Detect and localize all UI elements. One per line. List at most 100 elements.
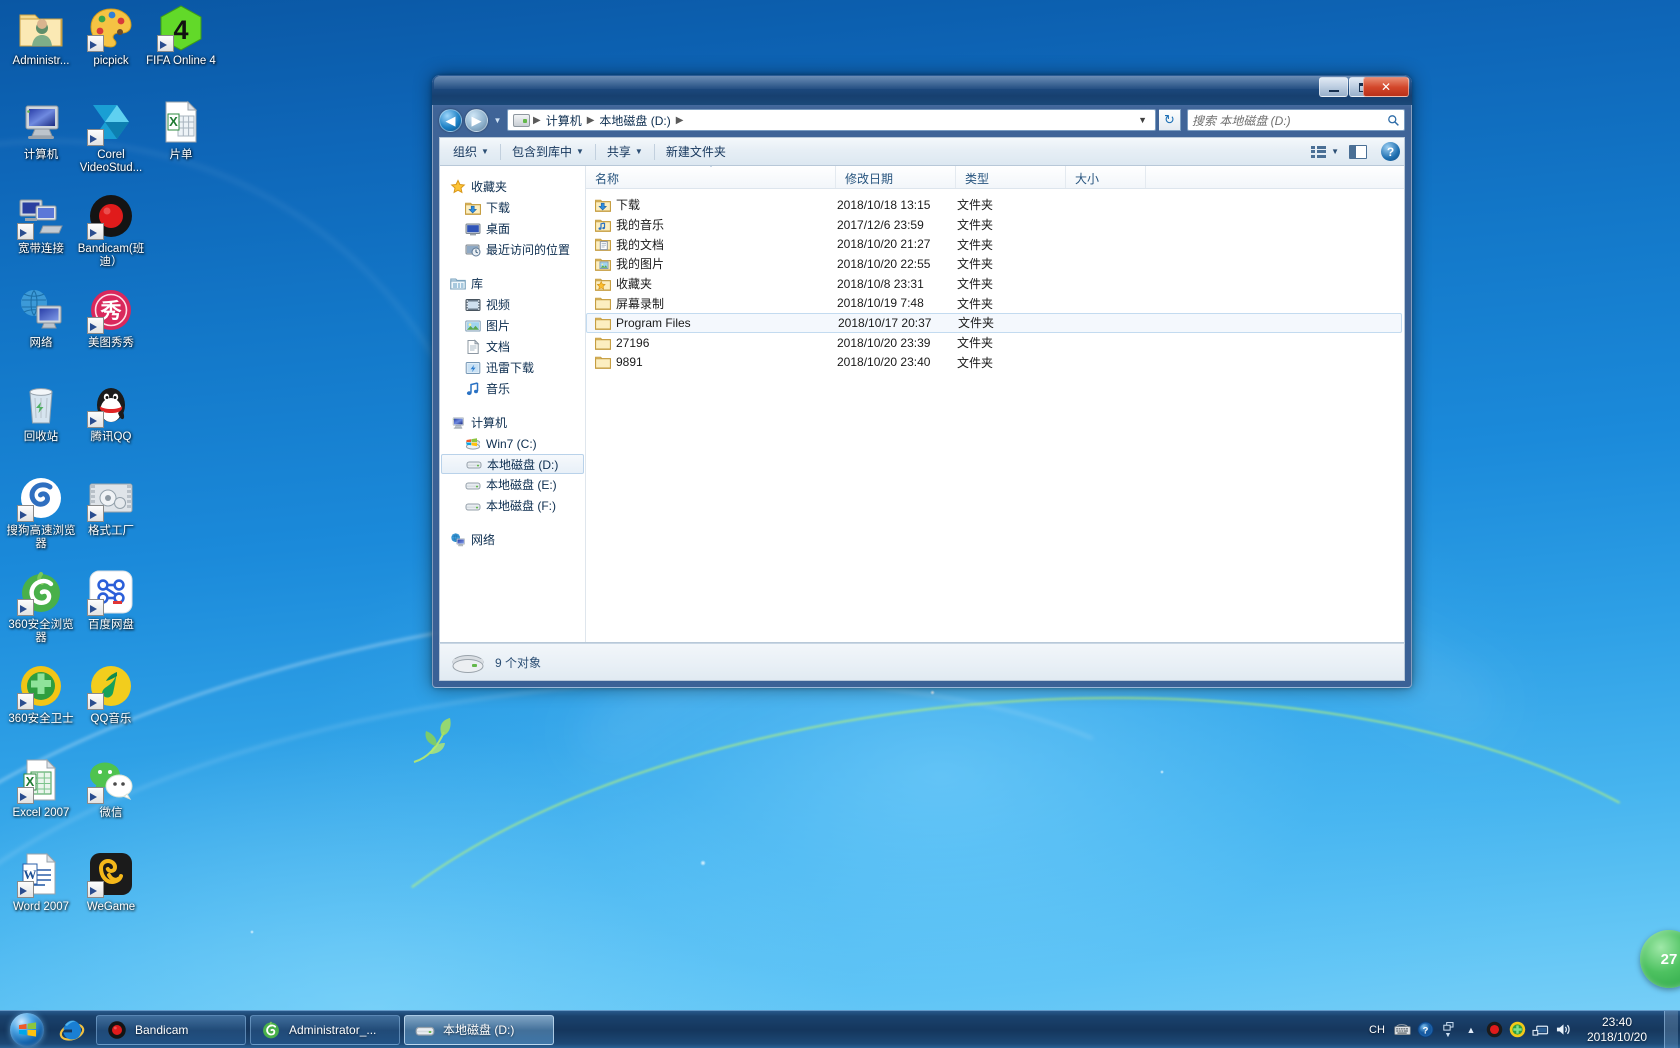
nav-item-[interactable]: 视频 <box>440 294 585 315</box>
breadcrumb[interactable]: ▶ 计算机 ▶ 本地磁盘 (D:) ▶ ▼ <box>507 109 1156 131</box>
show-hidden-icons-icon[interactable]: ▼ <box>1437 1015 1459 1045</box>
navigation-pane[interactable]: 收藏夹 下载 桌面 最近访问的位置库视频 图片 文档 迅雷下载 音乐 计算机 Win7 (C:) 本… <box>440 166 586 642</box>
recent-pages-dropdown-icon[interactable]: ▼ <box>491 110 504 130</box>
help-icon[interactable]: ? <box>1381 142 1400 161</box>
desktop-icon-format-factory[interactable]: 格式工厂 <box>76 474 146 538</box>
share-button[interactable]: 共享 ▼ <box>598 140 652 163</box>
nav-item-Win7C[interactable]: Win7 (C:) <box>440 433 585 454</box>
desktop-icon-tencent-qq[interactable]: 腾讯QQ <box>76 380 146 444</box>
desktop-icon-word-2007[interactable]: W Word 2007 <box>6 850 76 914</box>
nav-root-star[interactable]: 收藏夹 <box>440 176 585 197</box>
column-header-row[interactable]: 名称 修改日期 类型 大小 <box>586 166 1404 189</box>
file-list[interactable]: 下载 2018/10/18 13:15 文件夹 我的音乐 2017/12/6 23:59… <box>586 189 1404 372</box>
desktop-icon-qq-music[interactable]: QQ音乐 <box>76 662 146 726</box>
table-row[interactable]: 27196 2018/10/20 23:39 文件夹 <box>586 333 1402 353</box>
table-row[interactable]: 我的文档 2018/10/20 21:27 文件夹 <box>586 234 1402 254</box>
nav-item-[interactable]: 音乐 <box>440 378 585 399</box>
taskbar-button-drive[interactable]: 本地磁盘 (D:) <box>404 1014 554 1045</box>
help-icon[interactable]: ? <box>1414 1015 1436 1045</box>
desktop-icon-excel-sheet[interactable]: X 片单 <box>146 98 216 162</box>
table-row[interactable]: 收藏夹 2018/10/8 23:31 文件夹 <box>586 274 1402 294</box>
nav-item-[interactable]: 文档 <box>440 336 585 357</box>
taskbar[interactable]: Bandicam Administrator_... 本地磁盘 (D:) CH <box>0 1010 1680 1048</box>
minimize-button[interactable] <box>1319 77 1348 97</box>
nav-root-computer[interactable]: 计算机 <box>440 412 585 433</box>
column-header-name[interactable]: 名称 <box>586 166 836 188</box>
breadcrumb-separator[interactable]: ▶ <box>586 115 596 126</box>
file-list-pane[interactable]: 名称 修改日期 类型 大小 下载 2018/10/18 13:15 文件夹 我的音乐 2… <box>586 166 1404 642</box>
desktop-icon-computer[interactable]: 计算机 <box>6 98 76 162</box>
desktop-icon-sogou-browser[interactable]: 搜狗高速浏览器 <box>6 474 76 551</box>
nav-root-network[interactable]: 网络 <box>440 529 585 550</box>
change-view-icon[interactable] <box>1311 145 1327 159</box>
desktop-icon-corel-videostudio[interactable]: Corel VideoStud... <box>76 98 146 175</box>
table-row[interactable]: 我的音乐 2017/12/6 23:59 文件夹 <box>586 215 1402 235</box>
floating-notification-badge[interactable]: 27 <box>1640 930 1680 988</box>
window-titlebar[interactable]: ✕ <box>432 75 1412 105</box>
desktop-icon-360-browser[interactable]: 360安全浏览器 <box>6 568 76 645</box>
taskbar-button-bandicam[interactable]: Bandicam <box>96 1014 246 1045</box>
system-tray[interactable]: CH ? ▼ ▲ 23:40 2018/10/20 <box>1364 1010 1680 1048</box>
desktop[interactable]: Administr... picpick 4 FIFA Online 4 计算机 Core… <box>0 0 1680 1048</box>
table-row[interactable]: 下载 2018/10/18 13:15 文件夹 <box>586 195 1402 215</box>
quicklaunch-internet-explorer[interactable] <box>52 1013 92 1047</box>
network-tray-icon[interactable] <box>1529 1015 1551 1045</box>
start-button[interactable] <box>2 1012 52 1048</box>
nav-item-[interactable]: 桌面 <box>440 218 585 239</box>
taskbar-task-list[interactable]: Bandicam Administrator_... 本地磁盘 (D:) <box>92 1014 554 1045</box>
back-button[interactable]: ◀ <box>439 108 462 132</box>
desktop-icon-user-folder[interactable]: Administr... <box>6 4 76 68</box>
taskbar-button-360-browser[interactable]: Administrator_... <box>250 1014 400 1045</box>
show-hidden-arrow-icon[interactable]: ▲ <box>1460 1015 1482 1045</box>
new-folder-button[interactable]: 新建文件夹 <box>657 140 735 163</box>
nav-root-library[interactable]: 库 <box>440 273 585 294</box>
desktop-icon-network[interactable]: 网络 <box>6 286 76 350</box>
table-row[interactable]: 9891 2018/10/20 23:40 文件夹 <box>586 353 1402 373</box>
desktop-icon-picpick-palette[interactable]: picpick <box>76 4 146 68</box>
table-row[interactable]: 我的图片 2018/10/20 22:55 文件夹 <box>586 254 1402 274</box>
refresh-button[interactable]: ↻ <box>1159 109 1181 131</box>
desktop-icon-bandicam[interactable]: Bandicam(班迪） <box>76 192 146 269</box>
ime-indicator[interactable]: CH <box>1364 1015 1390 1045</box>
breadcrumb-separator[interactable]: ▶ <box>675 115 685 126</box>
nav-item-[interactable]: 最近访问的位置 <box>440 239 585 260</box>
desktop-icon-wegame[interactable]: WeGame <box>76 850 146 914</box>
show-desktop-button[interactable] <box>1664 1010 1678 1048</box>
keyboard-icon[interactable] <box>1391 1015 1413 1045</box>
explorer-window[interactable]: ✕ ◀ ▶ ▼ ▶ 计算机 ▶ 本地磁盘 (D:) ▶ ▼ ↻ 搜索 本地磁盘 … <box>432 75 1412 688</box>
preview-pane-icon[interactable] <box>1349 144 1367 159</box>
breadcrumb-item-drive-d[interactable]: 本地磁盘 (D:) <box>595 111 674 130</box>
desktop-icon-fifa-online-4[interactable]: 4 FIFA Online 4 <box>146 4 216 68</box>
column-header-size[interactable]: 大小 <box>1066 166 1146 188</box>
nav-item-[interactable]: 下载 <box>440 197 585 218</box>
bandicam-tray-icon[interactable] <box>1483 1015 1505 1045</box>
forward-button[interactable]: ▶ <box>465 108 488 132</box>
column-header-date[interactable]: 修改日期 <box>836 166 956 188</box>
desktop-icon-360-safeguard[interactable]: 360安全卫士 <box>6 662 76 726</box>
breadcrumb-item-computer[interactable]: 计算机 <box>542 111 586 130</box>
nav-item-F[interactable]: 本地磁盘 (F:) <box>440 495 585 516</box>
desktop-icon-excel-2007[interactable]: X Excel 2007 <box>6 756 76 820</box>
address-bar-row[interactable]: ◀ ▶ ▼ ▶ 计算机 ▶ 本地磁盘 (D:) ▶ ▼ ↻ 搜索 本地磁盘 (D… <box>439 107 1405 133</box>
desktop-icon-baidu-netdisk[interactable]: 百度网盘 <box>76 568 146 632</box>
nav-item-E[interactable]: 本地磁盘 (E:) <box>440 474 585 495</box>
close-button[interactable]: ✕ <box>1363 77 1409 97</box>
breadcrumb-history-chevron-icon[interactable]: ▼ <box>1132 115 1153 125</box>
command-toolbar[interactable]: 组织 ▼ 包含到库中 ▼ 共享 ▼ 新建文件夹 ▼ ? <box>439 137 1405 165</box>
view-chevron-down-icon[interactable]: ▼ <box>1329 147 1347 156</box>
desktop-icon-recycle-bin[interactable]: 回收站 <box>6 380 76 444</box>
table-row[interactable]: Program Files 2018/10/17 20:37 文件夹 <box>586 313 1402 333</box>
desktop-icon-wechat[interactable]: 微信 <box>76 756 146 820</box>
include-in-library-button[interactable]: 包含到库中 ▼ <box>503 140 593 163</box>
volume-tray-icon[interactable] <box>1552 1015 1574 1045</box>
desktop-icon-broadband-connection[interactable]: 宽带连接 <box>6 192 76 256</box>
table-row[interactable]: 屏幕录制 2018/10/19 7:48 文件夹 <box>586 293 1402 313</box>
clock[interactable]: 23:40 2018/10/20 <box>1575 1011 1663 1048</box>
nav-item-[interactable]: 迅雷下载 <box>440 357 585 378</box>
column-header-type[interactable]: 类型 <box>956 166 1066 188</box>
360-safeguard-tray-icon[interactable] <box>1506 1015 1528 1045</box>
desktop-icon-meitu-xiuxiu[interactable]: 秀美图秀秀 <box>76 286 146 350</box>
nav-item-[interactable]: 图片 <box>440 315 585 336</box>
breadcrumb-separator[interactable]: ▶ <box>532 115 542 126</box>
nav-item-D[interactable]: 本地磁盘 (D:) <box>441 454 584 474</box>
